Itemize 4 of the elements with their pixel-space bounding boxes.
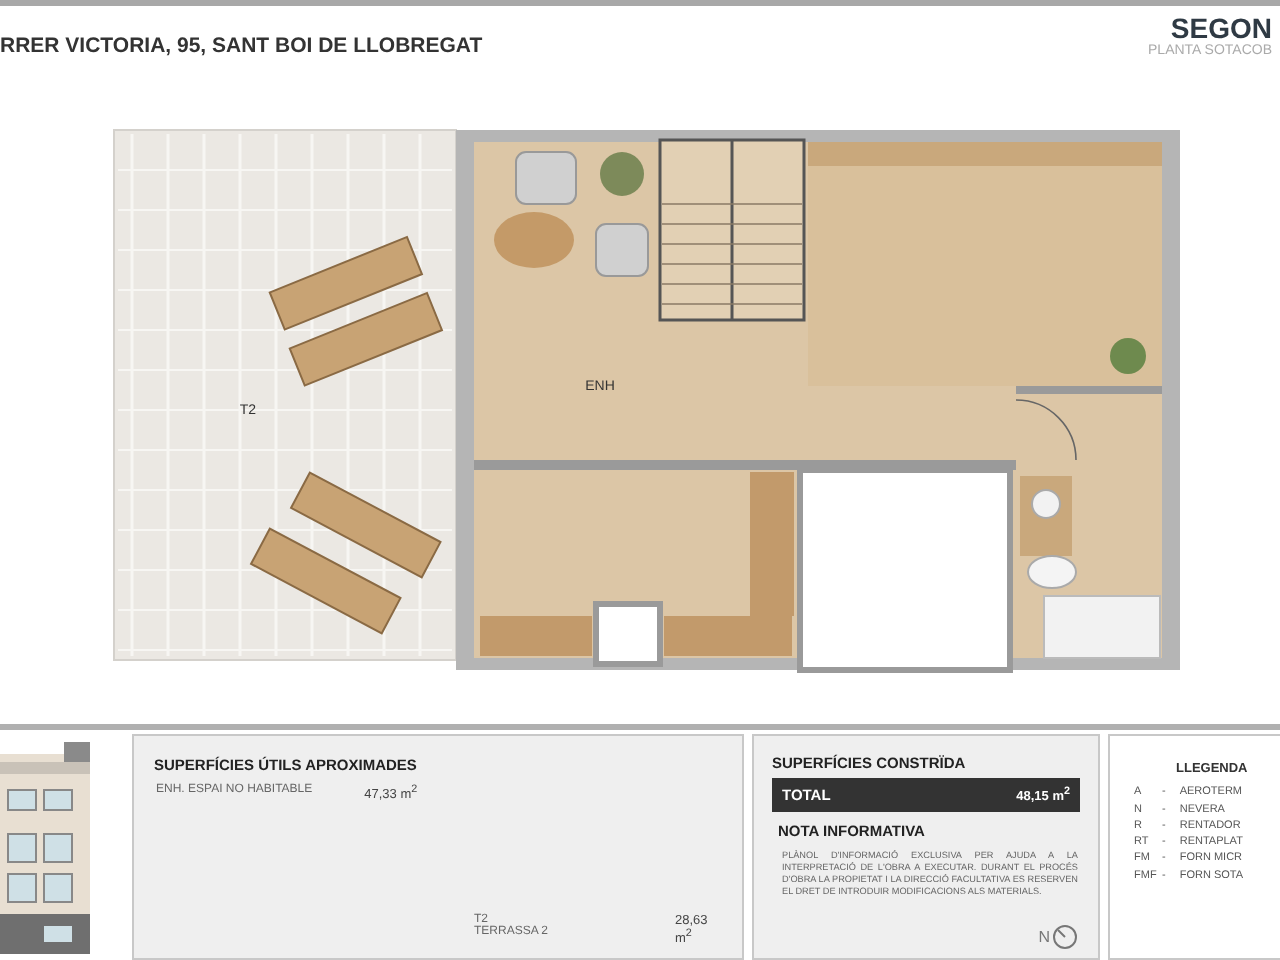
compass-icon [1052,924,1078,950]
floor-title: SEGON [1170,12,1272,44]
north-label: N [1038,928,1050,946]
project-address: RRER VICTORIA, 95, SANT BOI DE LLOBREGAT [0,34,483,58]
